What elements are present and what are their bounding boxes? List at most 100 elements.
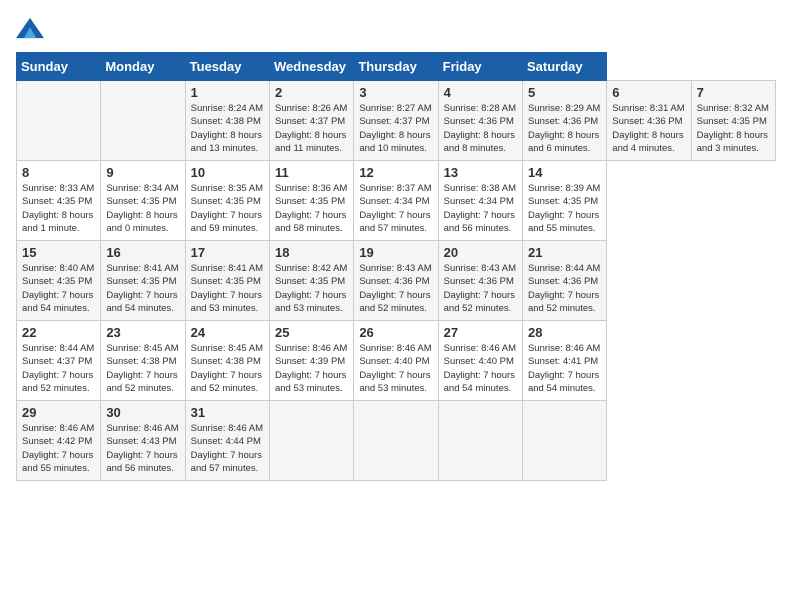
- day-info: Sunrise: 8:45 AMSunset: 4:38 PMDaylight:…: [106, 342, 179, 395]
- calendar-cell: 1Sunrise: 8:24 AMSunset: 4:38 PMDaylight…: [185, 81, 269, 161]
- day-info: Sunrise: 8:33 AMSunset: 4:35 PMDaylight:…: [22, 182, 95, 235]
- day-number: 24: [191, 325, 264, 340]
- day-number: 28: [528, 325, 601, 340]
- calendar-week-3: 15 Sunrise: 8:40 AMSunset: 4:35 PMDayligh…: [17, 241, 776, 321]
- day-info: Sunrise: 8:46 AMSunset: 4:39 PMDaylight:…: [275, 342, 348, 395]
- calendar-cell: 5 Sunrise: 8:29 AMSunset: 4:36 PMDaylight…: [522, 81, 606, 161]
- calendar-cell: 14Sunrise: 8:39 AMSunset: 4:35 PMDayligh…: [522, 161, 606, 241]
- day-info: Sunrise: 8:46 AMSunset: 4:40 PMDaylight:…: [444, 342, 517, 395]
- day-number: 19: [359, 245, 432, 260]
- logo-icon: [16, 16, 44, 40]
- calendar-cell: 11 Sunrise: 8:36 AMSunset: 4:35 PMDayligh…: [269, 161, 353, 241]
- day-number: 4: [444, 85, 517, 100]
- day-number: 21: [528, 245, 601, 260]
- day-info: Sunrise: 8:40 AMSunset: 4:35 PMDaylight:…: [22, 262, 95, 315]
- calendar-cell: 29 Sunrise: 8:46 AMSunset: 4:42 PMDayligh…: [17, 401, 101, 481]
- day-number: 30: [106, 405, 179, 420]
- calendar-cell: [269, 401, 353, 481]
- logo: [16, 16, 48, 40]
- day-number: 1: [191, 85, 264, 100]
- day-info: Sunrise: 8:31 AMSunset: 4:36 PMDaylight:…: [612, 102, 685, 155]
- day-number: 29: [22, 405, 95, 420]
- day-info: Sunrise: 8:46 AMSunset: 4:44 PMDaylight:…: [191, 422, 264, 475]
- day-number: 6: [612, 85, 685, 100]
- calendar-week-1: 1Sunrise: 8:24 AMSunset: 4:38 PMDaylight…: [17, 81, 776, 161]
- day-info: Sunrise: 8:44 AMSunset: 4:37 PMDaylight:…: [22, 342, 95, 395]
- calendar-cell: 31 Sunrise: 8:46 AMSunset: 4:44 PMDayligh…: [185, 401, 269, 481]
- day-number: 9: [106, 165, 179, 180]
- weekday-header-sunday: Sunday: [17, 53, 101, 81]
- day-number: 11: [275, 165, 348, 180]
- day-number: 17: [191, 245, 264, 260]
- calendar-cell: 20 Sunrise: 8:43 AMSunset: 4:36 PMDayligh…: [438, 241, 522, 321]
- calendar-cell: 3 Sunrise: 8:27 AMSunset: 4:37 PMDaylight…: [354, 81, 438, 161]
- day-number: 10: [191, 165, 264, 180]
- day-info: Sunrise: 8:43 AMSunset: 4:36 PMDaylight:…: [444, 262, 517, 315]
- weekday-header-friday: Friday: [438, 53, 522, 81]
- day-info: Sunrise: 8:35 AMSunset: 4:35 PMDaylight:…: [191, 182, 264, 235]
- day-info: Sunrise: 8:27 AMSunset: 4:37 PMDaylight:…: [359, 102, 432, 155]
- calendar-cell: 19 Sunrise: 8:43 AMSunset: 4:36 PMDayligh…: [354, 241, 438, 321]
- day-number: 25: [275, 325, 348, 340]
- calendar-cell: 27 Sunrise: 8:46 AMSunset: 4:40 PMDayligh…: [438, 321, 522, 401]
- day-number: 8: [22, 165, 95, 180]
- calendar-cell: [354, 401, 438, 481]
- calendar-cell: 21 Sunrise: 8:44 AMSunset: 4:36 PMDayligh…: [522, 241, 606, 321]
- calendar-cell: [438, 401, 522, 481]
- day-info: Sunrise: 8:42 AMSunset: 4:35 PMDaylight:…: [275, 262, 348, 315]
- calendar-table: SundayMondayTuesdayWednesdayThursdayFrid…: [16, 52, 776, 481]
- day-number: 12: [359, 165, 432, 180]
- day-number: 23: [106, 325, 179, 340]
- calendar-cell: 18 Sunrise: 8:42 AMSunset: 4:35 PMDayligh…: [269, 241, 353, 321]
- calendar-cell: 4 Sunrise: 8:28 AMSunset: 4:36 PMDaylight…: [438, 81, 522, 161]
- day-number: 20: [444, 245, 517, 260]
- day-number: 15: [22, 245, 95, 260]
- day-number: 22: [22, 325, 95, 340]
- calendar-cell: 15 Sunrise: 8:40 AMSunset: 4:35 PMDayligh…: [17, 241, 101, 321]
- weekday-header-thursday: Thursday: [354, 53, 438, 81]
- day-info: Sunrise: 8:36 AMSunset: 4:35 PMDaylight:…: [275, 182, 348, 235]
- calendar-cell: 9 Sunrise: 8:34 AMSunset: 4:35 PMDaylight…: [101, 161, 185, 241]
- day-info: Sunrise: 8:46 AMSunset: 4:40 PMDaylight:…: [359, 342, 432, 395]
- day-number: 5: [528, 85, 601, 100]
- day-info: Sunrise: 8:46 AMSunset: 4:42 PMDaylight:…: [22, 422, 95, 475]
- day-number: 18: [275, 245, 348, 260]
- day-number: 3: [359, 85, 432, 100]
- calendar-cell: 7 Sunrise: 8:32 AMSunset: 4:35 PMDaylight…: [691, 81, 775, 161]
- day-info: Sunrise: 8:37 AMSunset: 4:34 PMDaylight:…: [359, 182, 432, 235]
- calendar-cell: 16Sunrise: 8:41 AMSunset: 4:35 PMDayligh…: [101, 241, 185, 321]
- calendar-cell: 10 Sunrise: 8:35 AMSunset: 4:35 PMDayligh…: [185, 161, 269, 241]
- calendar-cell: 8 Sunrise: 8:33 AMSunset: 4:35 PMDaylight…: [17, 161, 101, 241]
- calendar-cell: 22 Sunrise: 8:44 AMSunset: 4:37 PMDayligh…: [17, 321, 101, 401]
- calendar-cell: 25 Sunrise: 8:46 AMSunset: 4:39 PMDayligh…: [269, 321, 353, 401]
- day-info: Sunrise: 8:44 AMSunset: 4:36 PMDaylight:…: [528, 262, 601, 315]
- calendar-cell: [101, 81, 185, 161]
- calendar-cell: 17 Sunrise: 8:41 AMSunset: 4:35 PMDayligh…: [185, 241, 269, 321]
- day-info: Sunrise: 8:34 AMSunset: 4:35 PMDaylight:…: [106, 182, 179, 235]
- day-number: 31: [191, 405, 264, 420]
- calendar-cell: [17, 81, 101, 161]
- calendar-cell: 26 Sunrise: 8:46 AMSunset: 4:40 PMDayligh…: [354, 321, 438, 401]
- day-number: 14: [528, 165, 601, 180]
- day-number: 27: [444, 325, 517, 340]
- weekday-header-tuesday: Tuesday: [185, 53, 269, 81]
- calendar-cell: 13 Sunrise: 8:38 AMSunset: 4:34 PMDayligh…: [438, 161, 522, 241]
- day-info: Sunrise: 8:29 AMSunset: 4:36 PMDaylight:…: [528, 102, 601, 155]
- day-info: Sunrise: 8:32 AMSunset: 4:35 PMDaylight:…: [697, 102, 770, 155]
- day-number: 7: [697, 85, 770, 100]
- calendar-cell: 12 Sunrise: 8:37 AMSunset: 4:34 PMDayligh…: [354, 161, 438, 241]
- calendar-cell: 2Sunrise: 8:26 AMSunset: 4:37 PMDaylight…: [269, 81, 353, 161]
- weekday-header-monday: Monday: [101, 53, 185, 81]
- day-info: Sunrise: 8:41 AMSunset: 4:35 PMDaylight:…: [191, 262, 264, 315]
- day-number: 26: [359, 325, 432, 340]
- day-info: Sunrise: 8:46 AMSunset: 4:41 PMDaylight:…: [528, 342, 601, 395]
- day-info: Sunrise: 8:28 AMSunset: 4:36 PMDaylight:…: [444, 102, 517, 155]
- day-number: 13: [444, 165, 517, 180]
- day-info: Sunrise: 8:41 AMSunset: 4:35 PMDaylight:…: [106, 262, 179, 315]
- calendar-cell: 28 Sunrise: 8:46 AMSunset: 4:41 PMDayligh…: [522, 321, 606, 401]
- calendar-cell: [522, 401, 606, 481]
- calendar-cell: 23 Sunrise: 8:45 AMSunset: 4:38 PMDayligh…: [101, 321, 185, 401]
- day-number: 2: [275, 85, 348, 100]
- day-info: Sunrise: 8:43 AMSunset: 4:36 PMDaylight:…: [359, 262, 432, 315]
- day-info: Sunrise: 8:38 AMSunset: 4:34 PMDaylight:…: [444, 182, 517, 235]
